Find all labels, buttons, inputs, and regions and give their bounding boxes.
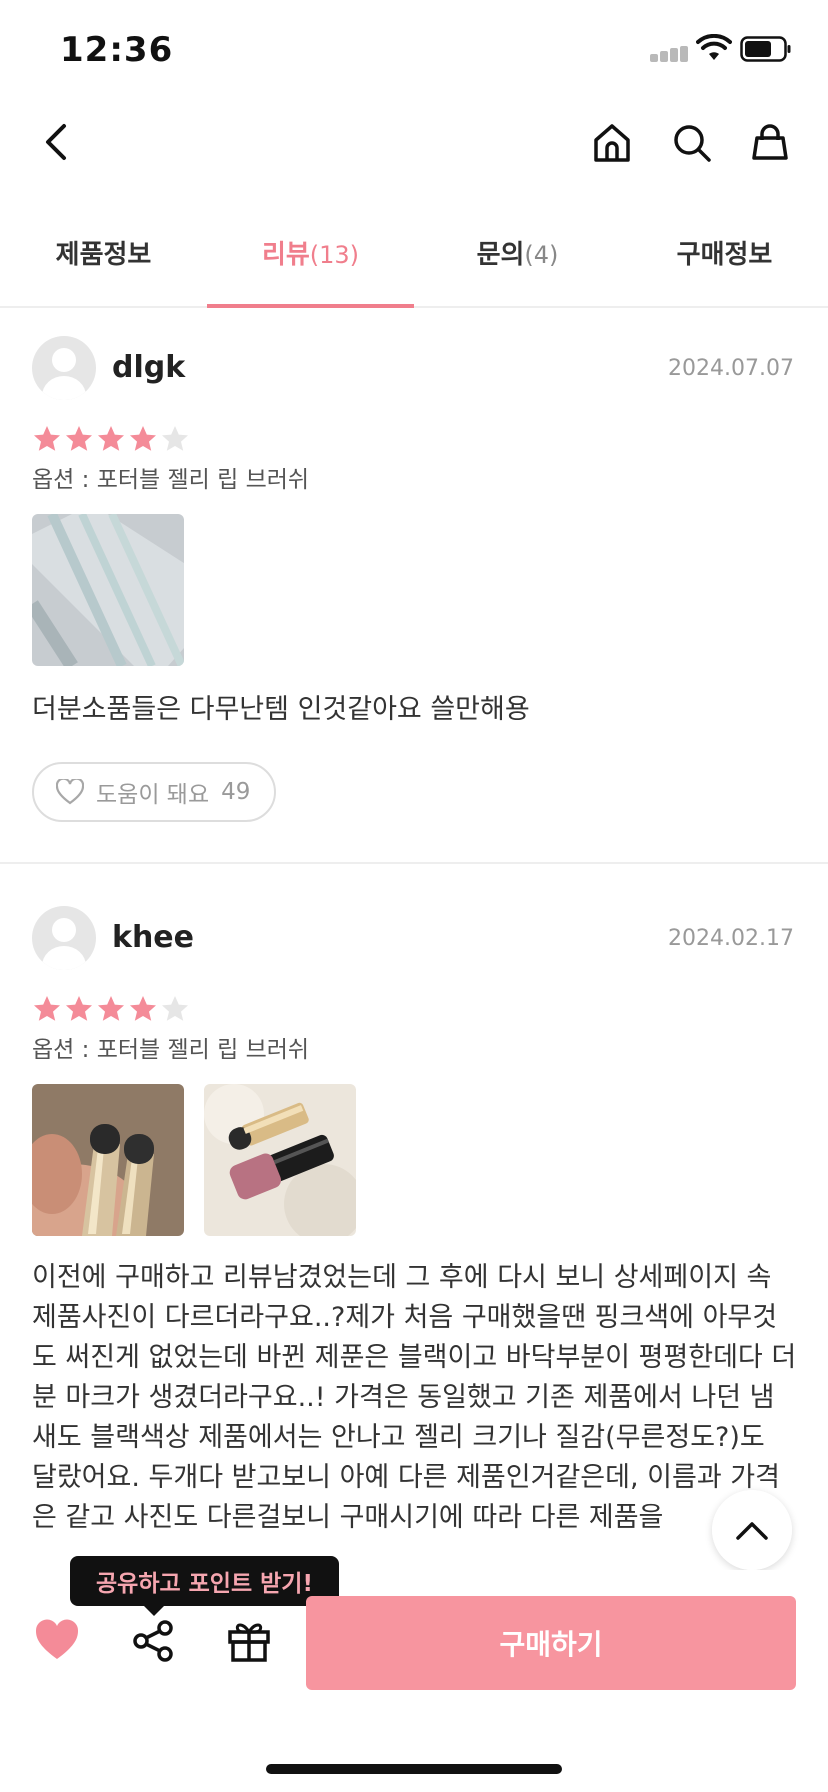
avatar <box>32 336 96 400</box>
tab-label: 구매정보 <box>676 240 773 270</box>
review-photo[interactable] <box>204 1084 356 1236</box>
review-option: 옵션 : 포터블 젤리 립 브러쉬 <box>32 467 310 493</box>
tab-count: (4) <box>524 241 559 269</box>
home-indicator <box>266 1764 562 1774</box>
helpful-count: 49 <box>221 779 251 805</box>
status-time: 12:36 <box>60 30 174 70</box>
star-empty-icon <box>162 996 188 1021</box>
cellular-signal-icon <box>650 46 690 62</box>
helpful-button[interactable]: 도움이 돼요 49 <box>32 762 277 822</box>
review-date: 2024.02.17 <box>668 926 794 951</box>
review-username: dlgk <box>112 350 186 385</box>
star-rating <box>32 424 190 454</box>
star-filled-icon <box>130 996 156 1021</box>
top-nav-bar <box>0 110 828 180</box>
review-text: 더분소품들은 다무난템 인것같아요 쓸만해용 <box>32 694 530 725</box>
review-item: dlgk 2024.07.07 옵션 : 포터블 젤리 립 브러쉬 더분소품들은… <box>0 310 828 864</box>
review-username: khee <box>112 920 195 955</box>
search-icon[interactable] <box>670 118 714 166</box>
buy-button[interactable]: 구매하기 <box>306 1596 796 1690</box>
review-item: khee 2024.02.17 옵션 : 포터블 젤리 립 브러쉬 이전에 구매… <box>0 880 828 1580</box>
helpful-label: 도움이 돼요 <box>96 782 210 808</box>
heart-outline-icon <box>56 779 84 805</box>
tab-product-info[interactable]: 제품정보 <box>0 220 207 306</box>
battery-icon <box>740 36 791 62</box>
tab-purchase-info[interactable]: 구매정보 <box>621 220 828 306</box>
status-bar: 12:36 <box>0 0 828 100</box>
star-filled-icon <box>98 426 124 451</box>
scroll-top-button[interactable] <box>712 1490 792 1570</box>
chevron-up-icon <box>736 1522 768 1540</box>
product-tabs: 제품정보 리뷰(13) 문의(4) 구매정보 <box>0 220 828 308</box>
shopping-bag-icon[interactable] <box>748 118 792 166</box>
share-icon[interactable] <box>130 1618 176 1664</box>
tab-label: 리뷰 <box>261 240 310 270</box>
tab-inquiries[interactable]: 문의(4) <box>414 220 621 306</box>
avatar <box>32 906 96 970</box>
tab-label: 제품정보 <box>55 240 152 270</box>
wishlist-heart-icon[interactable] <box>34 1618 80 1662</box>
star-filled-icon <box>34 996 60 1021</box>
star-filled-icon <box>66 426 92 451</box>
gift-icon[interactable] <box>226 1618 272 1664</box>
star-filled-icon <box>98 996 124 1021</box>
review-photo[interactable] <box>32 514 184 666</box>
star-filled-icon <box>34 426 60 451</box>
share-tooltip: 공유하고 포인트 받기! <box>70 1556 339 1616</box>
star-filled-icon <box>130 426 156 451</box>
wifi-icon <box>696 34 732 60</box>
tab-label: 문의 <box>476 240 525 270</box>
back-arrow-icon[interactable] <box>38 118 74 166</box>
star-rating <box>32 994 190 1024</box>
star-filled-icon <box>66 996 92 1021</box>
review-text: 이전에 구매하고 리뷰남겼었는데 그 후에 다시 보니 상세페이지 속 제품사진… <box>32 1262 797 1533</box>
star-empty-icon <box>162 426 188 451</box>
divider <box>0 862 828 864</box>
review-date: 2024.07.07 <box>668 356 794 381</box>
review-option: 옵션 : 포터블 젤리 립 브러쉬 <box>32 1037 310 1063</box>
review-photo[interactable] <box>32 1084 184 1236</box>
home-icon[interactable] <box>590 118 634 166</box>
tab-reviews[interactable]: 리뷰(13) <box>207 220 414 308</box>
tab-count: (13) <box>309 241 360 269</box>
